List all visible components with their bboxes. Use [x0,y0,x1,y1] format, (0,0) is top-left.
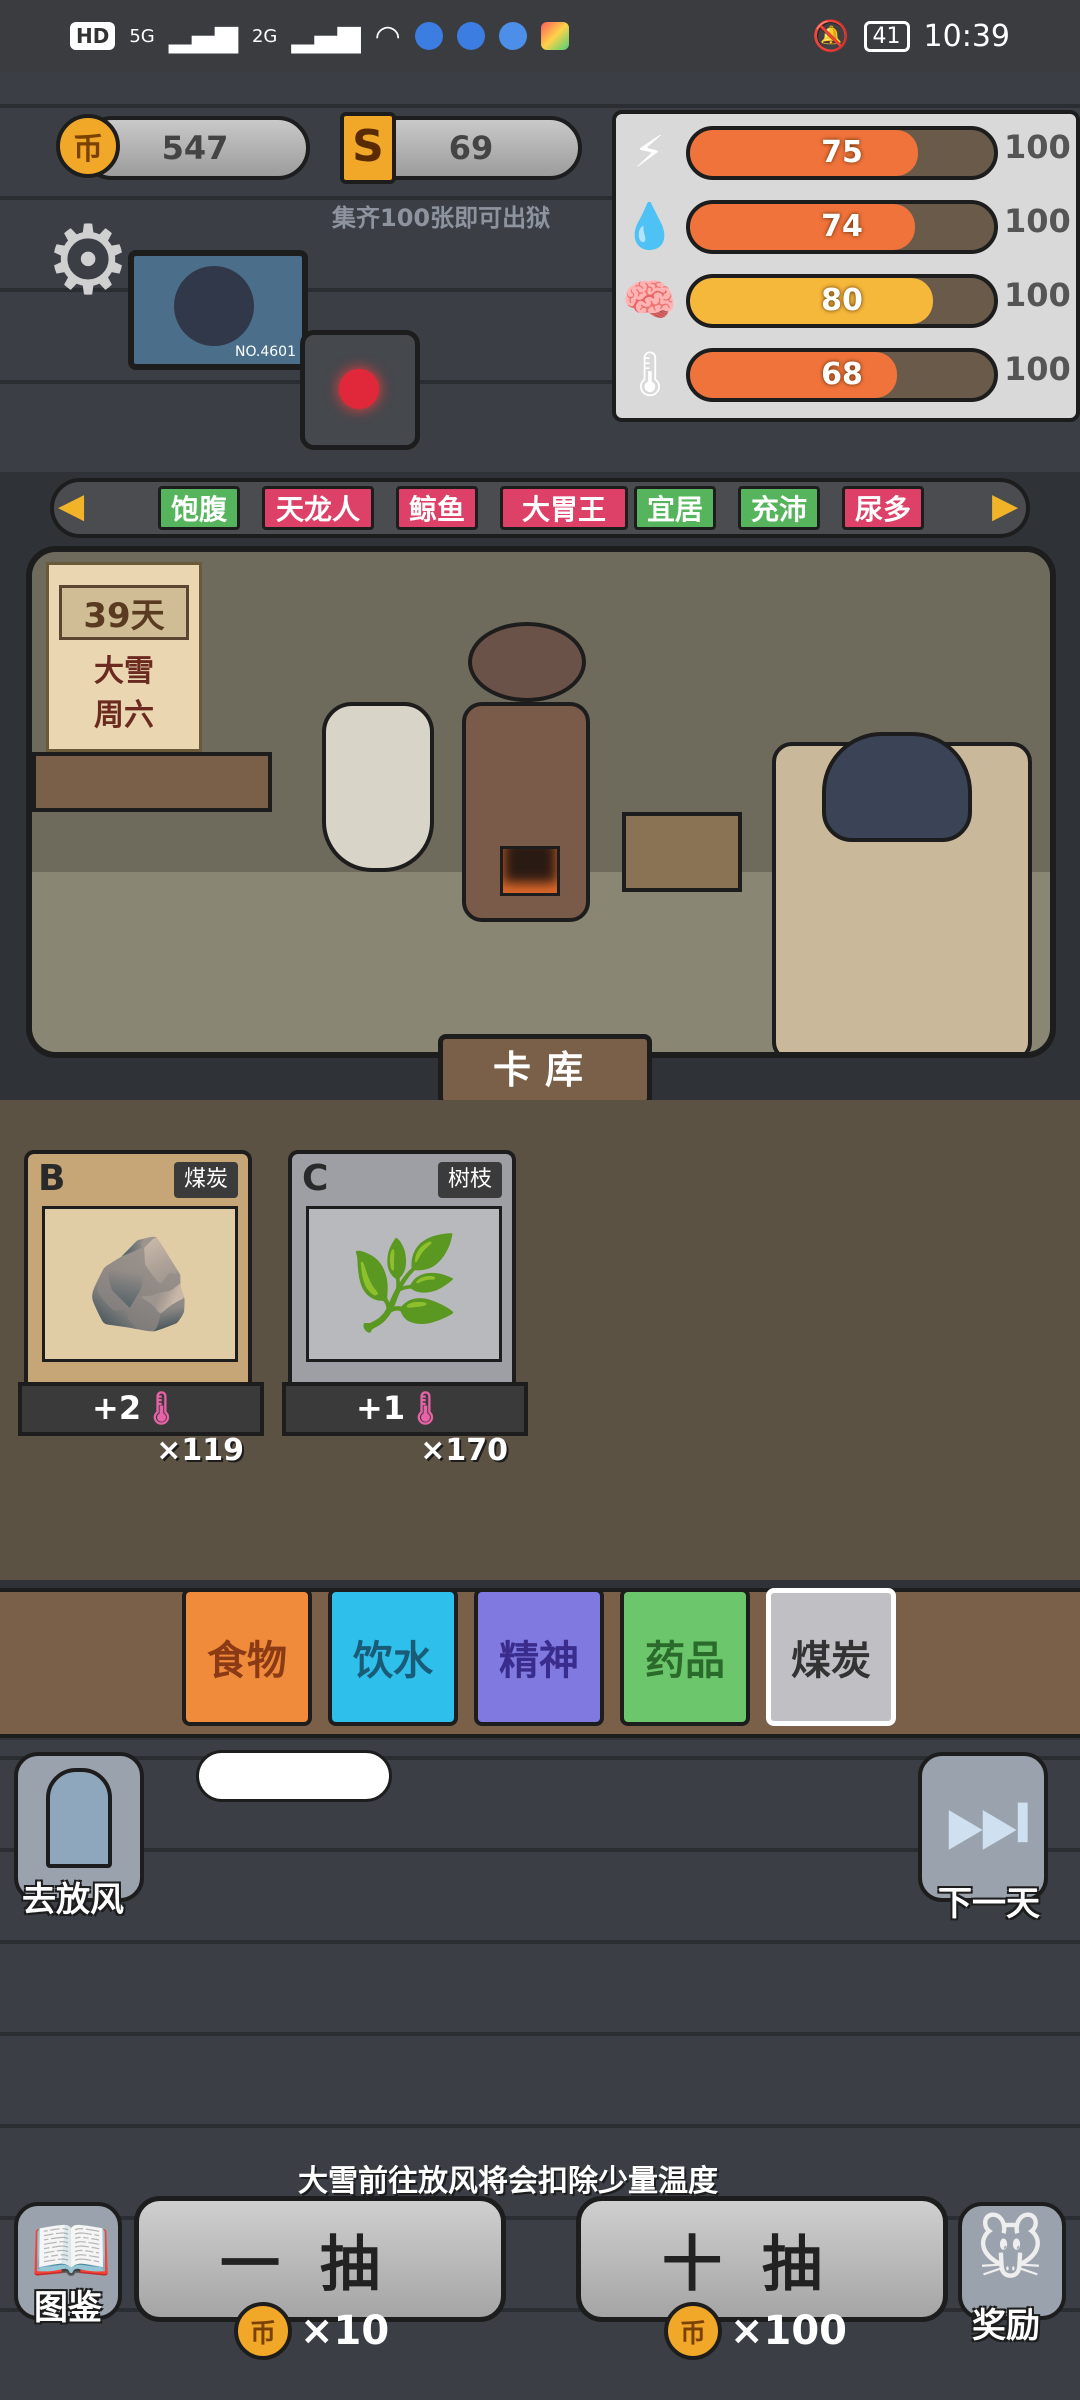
wooden-stool [622,812,742,892]
monitor-screen: NO.4601 [128,250,308,370]
wifi-icon: ◠ [374,18,401,54]
category-tab[interactable]: 煤炭 [766,1588,896,1726]
stat-value: 80 [821,283,863,318]
prisoners-thought-bubble [196,1750,392,1802]
stat-max: 100 [1004,128,1071,166]
signal-bars-icon: ▂▄▆ [168,18,238,54]
thermometer-icon: 🌡 [622,349,678,400]
stat-bar: 74 [686,200,998,254]
stat-bar: 68 [686,348,998,402]
stove-lid [468,622,586,702]
hd-indicator: HD [70,22,116,50]
card-effect: +2🌡 [18,1382,264,1436]
category-tab[interactable]: 药品 [620,1588,750,1726]
monitor-label: NO.4601 [234,344,296,360]
toilet [322,702,434,872]
water-drop-icon: 💧 [622,201,677,252]
stat-bar: 80 [686,274,998,328]
stat-row: 💧 74 100 [612,194,1080,260]
mute-icon: 🔕 [812,18,850,54]
app-icon [498,22,527,50]
category-tab[interactable]: 精神 [474,1588,604,1726]
app-icon [540,22,569,50]
trait-tag[interactable]: 饱腹 [158,486,240,530]
card-rank: C [302,1158,329,1199]
trait-scroll-left[interactable]: ◀ [58,486,84,526]
card-effect: +1🌡 [282,1382,528,1436]
clock: 10:39 [923,18,1010,54]
weekday-label: 周六 [94,698,154,733]
trait-tag[interactable]: 尿多 [842,486,924,530]
red-light-icon [339,369,379,409]
weather-label: 大雪 [94,654,154,689]
escape-hint: 集齐100张即可出狱 [332,204,551,232]
thermometer-icon: 🌡 [405,1389,446,1427]
stat-max: 100 [1004,276,1071,314]
card-name: 树枝 [437,1162,502,1198]
stat-value: 75 [821,135,863,170]
app-icon [456,22,485,50]
signal-bars-icon: ▂▄▆ [291,18,361,54]
stove [462,702,590,922]
weather-warning: 大雪前往放风将会扣除少量温度 [298,2164,718,2199]
app-icon [414,22,443,50]
card-count: ×119 [156,1433,244,1468]
stat-row: 🧠 80 100 [612,268,1080,334]
category-tab[interactable]: 食物 [182,1588,312,1726]
thermometer-icon: 🌡 [141,1389,182,1427]
card-name: 煤炭 [173,1162,238,1198]
coin-icon: 币 [664,2302,722,2360]
status-bar: HD 5G ▂▄▆ 2G ▂▄▆ ◠ 🔕 41 10:39 [0,0,1080,72]
s-card-icon: S [340,112,396,184]
battery-indicator: 41 [863,20,910,52]
brain-icon: 🧠 [622,275,677,326]
stat-value: 68 [821,357,863,392]
mouse-icon: 🐭 [976,2212,1045,2289]
card-rank: B [38,1158,66,1199]
door-icon [46,1768,112,1868]
coin-icon: 币 [56,114,120,178]
coin-icon: 币 [234,2302,292,2360]
draw-ten-price: 币 ×100 [664,2302,847,2360]
book-icon: 📖 [30,2212,113,2289]
reward-label: 奖励 [972,2306,1040,2346]
resource-card[interactable]: C 树枝 🌿 +1🌡 ×170 [282,1150,528,1468]
go-out-label: 去放风 [22,1880,124,1920]
gear-icon[interactable]: ⚙ [40,212,136,308]
stat-bar: 75 [686,126,998,180]
stat-row: 🌡 68 100 [612,342,1080,408]
card-library-title: 卡库 [438,1034,652,1106]
trait-tag[interactable]: 鲸鱼 [396,486,478,530]
stat-max: 100 [1004,350,1071,388]
trait-tag[interactable]: 天龙人 [262,486,374,530]
signal-2g: 2G [251,25,278,47]
album-label: 图鉴 [34,2288,102,2328]
card-count: ×170 [420,1433,508,1468]
stat-value: 74 [821,209,863,244]
camera-device [300,330,420,450]
trait-tag[interactable]: 充沛 [738,486,820,530]
stat-max: 100 [1004,202,1071,240]
calendar-sign: 39天 大雪 周六 [46,562,202,752]
prisoner-sleeping [822,732,972,842]
trait-tag[interactable]: 宜居 [634,486,716,530]
wooden-table [32,752,272,812]
prison-cell-scene: 39天 大雪 周六 [26,546,1056,1058]
signal-5g: 5G [129,25,155,47]
trait-scroll-right[interactable]: ▶ [992,486,1018,526]
trait-tag[interactable]: 大胃王 [500,486,628,530]
prisoner-portrait [174,266,254,346]
skip-forward-icon: ⏭ [944,1764,1031,1876]
draw-one-price: 币 ×10 [234,2302,389,2360]
day-counter: 39天 [59,585,189,640]
lightning-icon: ⚡ [633,127,665,178]
card-art: 🌿 [306,1206,502,1362]
resource-card[interactable]: B 煤炭 🪨 +2🌡 ×119 [18,1150,264,1468]
next-day-label: 下一天 [938,1884,1040,1924]
category-tab[interactable]: 饮水 [328,1588,458,1726]
stat-row: ⚡ 75 100 [612,120,1080,186]
card-art: 🪨 [42,1206,238,1362]
stove-fire [500,846,560,896]
